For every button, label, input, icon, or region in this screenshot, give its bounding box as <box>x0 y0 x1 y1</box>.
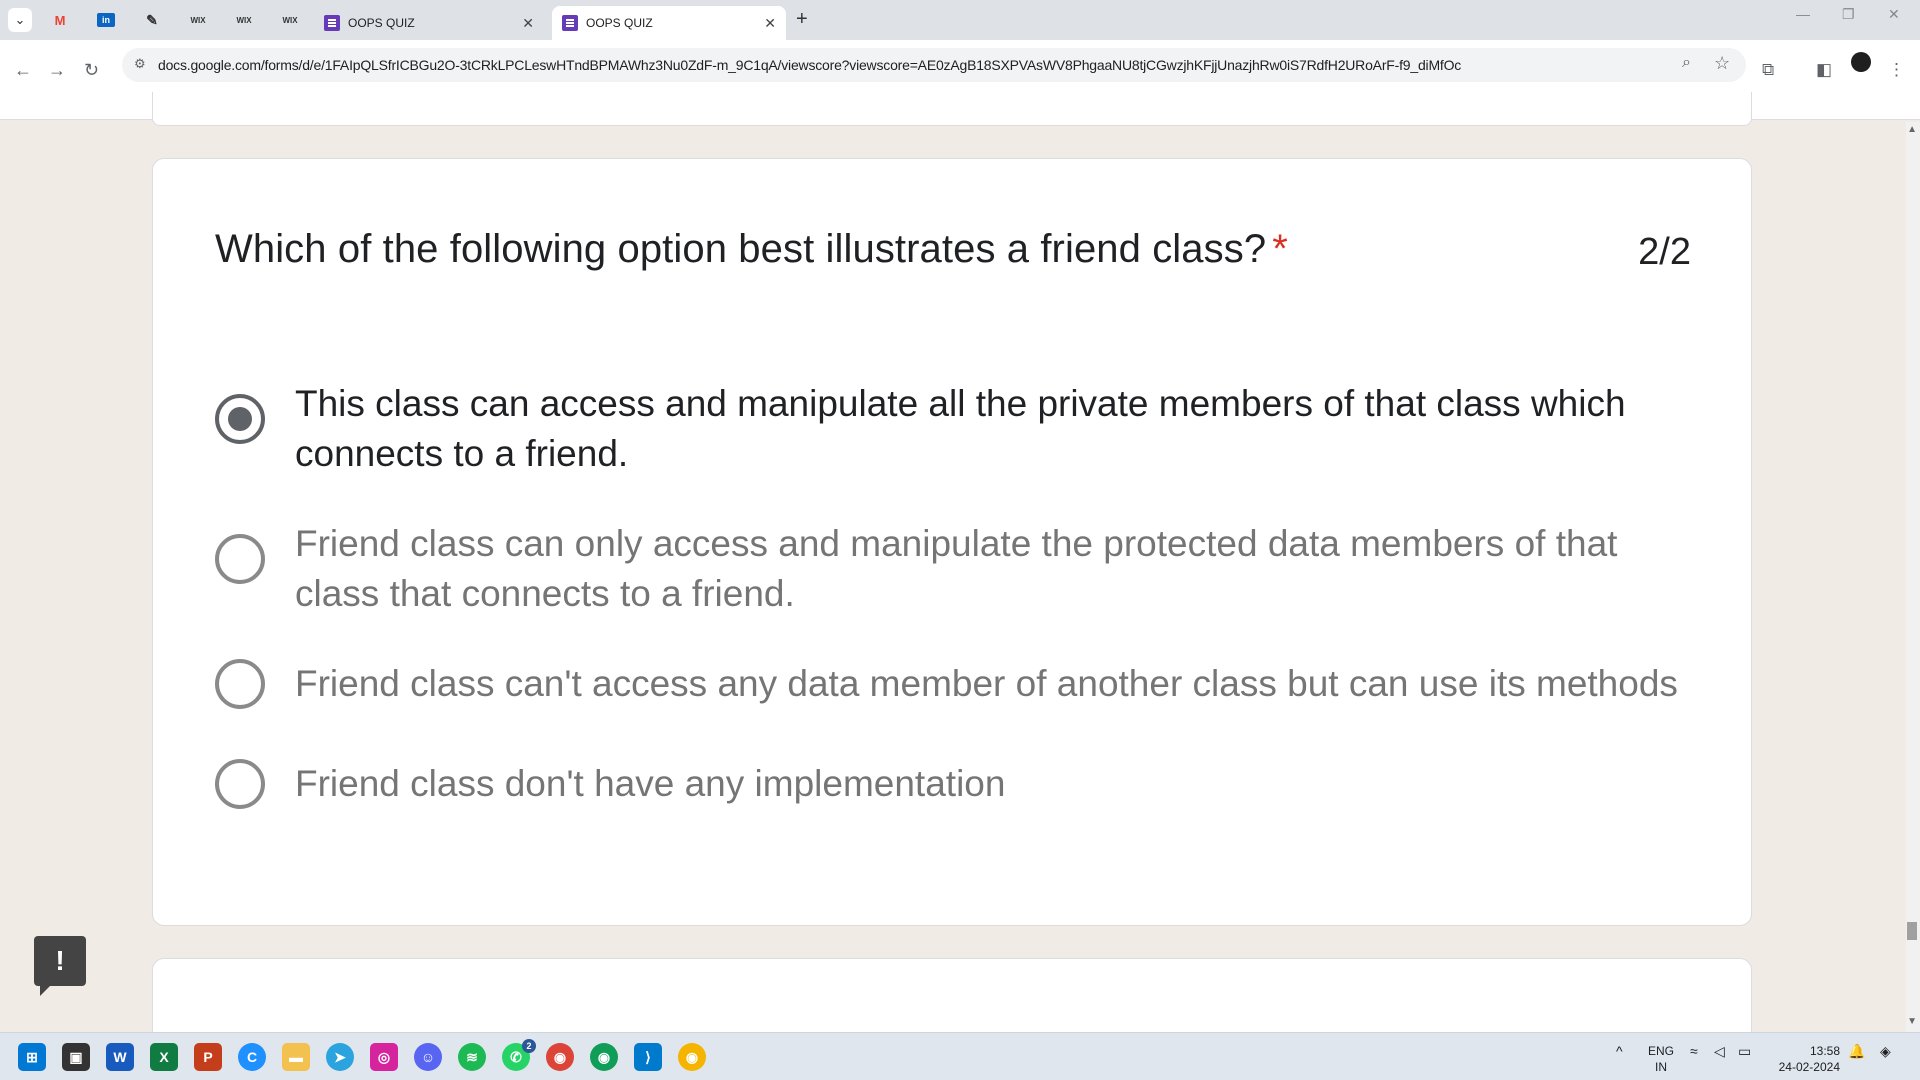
new-tab-button[interactable]: + <box>796 8 808 31</box>
back-icon[interactable]: ← <box>14 60 32 81</box>
side-panel-icon[interactable]: ◧ <box>1816 60 1832 80</box>
whatsapp-badge: 2 <box>522 1039 536 1053</box>
linkedin-icon: in <box>97 13 115 27</box>
feedback-button[interactable]: ! <box>34 936 86 996</box>
pinned-tab-wix-3[interactable]: WIX <box>270 8 310 32</box>
question-text: Which of the following option best illus… <box>215 227 1267 271</box>
widgets-icon[interactable]: ◈ <box>1880 1043 1891 1059</box>
page-scrollbar[interactable]: ▲ ▼ <box>1906 122 1920 1032</box>
scroll-down-arrow-icon[interactable]: ▼ <box>1907 1016 1917 1027</box>
instagram-icon[interactable]: ◎ <box>370 1043 398 1071</box>
vscode-icon[interactable]: ⟩ <box>634 1043 662 1071</box>
restore-icon[interactable]: ❐ <box>1842 6 1855 23</box>
tray-overflow-icon[interactable]: ^ <box>1616 1043 1623 1059</box>
task-view-icon[interactable]: ▣ <box>62 1043 90 1071</box>
zoom-icon[interactable]: ⌕ <box>1682 54 1691 72</box>
radio-button[interactable] <box>215 759 265 809</box>
url-text[interactable]: docs.google.com/forms/d/e/1FAIpQLSfrICBG… <box>158 57 1461 73</box>
bookmark-star-icon[interactable]: ☆ <box>1714 53 1730 74</box>
option-text: Friend class can only access and manipul… <box>295 523 1618 614</box>
forward-icon[interactable]: → <box>48 60 66 81</box>
gmail-icon: M <box>54 12 66 28</box>
required-asterisk: * <box>1272 227 1288 271</box>
clock[interactable]: 13:58 24-02-2024 <box>1772 1043 1840 1075</box>
pinned-tab-linkedin[interactable]: in <box>86 8 126 32</box>
chrome-icon[interactable]: ◉ <box>546 1043 574 1071</box>
question-card: Which of the following option best illus… <box>152 158 1752 926</box>
chrome-profile-2-icon[interactable]: ◉ <box>678 1043 706 1071</box>
close-icon[interactable]: ✕ <box>522 15 534 32</box>
question-title: Which of the following option best illus… <box>215 227 1288 272</box>
windows-taskbar: ⊞ ▣ W X P C ▬ ➤ ◎ ☺ ≋ ✆ 2 ◉ ◉ ⟩ ◉ ^ ENG … <box>0 1032 1920 1080</box>
language-indicator[interactable]: ENG IN <box>1648 1043 1674 1075</box>
address-bar[interactable]: ⚙ docs.google.com/forms/d/e/1FAIpQLSfrIC… <box>122 48 1746 82</box>
tab-title: OOPS QUIZ <box>586 16 653 30</box>
pinned-tab-wix-2[interactable]: WIX <box>224 8 264 32</box>
extensions-icon[interactable]: ⧉ <box>1762 60 1774 80</box>
wix-icon: WIX <box>236 15 252 25</box>
tab-oops-quiz-1[interactable]: OOPS QUIZ ✕ <box>314 6 544 40</box>
date-text: 24-02-2024 <box>1778 1060 1840 1074</box>
close-icon[interactable]: ✕ <box>764 15 776 32</box>
reload-icon[interactable]: ↻ <box>84 60 99 81</box>
answer-option-3[interactable]: Friend class can't access any data membe… <box>215 659 1695 709</box>
telegram-icon[interactable]: ➤ <box>326 1043 354 1071</box>
volume-icon[interactable]: ◁ <box>1714 1043 1725 1059</box>
pen-icon: ✎ <box>146 11 158 28</box>
answer-option-2[interactable]: Friend class can only access and manipul… <box>215 519 1695 619</box>
question-score: 2/2 <box>1638 231 1691 273</box>
radio-button-selected[interactable] <box>215 394 265 444</box>
wix-icon: WIX <box>282 15 298 25</box>
menu-icon[interactable]: ⋮ <box>1888 60 1905 80</box>
chrome-profile-icon[interactable]: ◉ <box>590 1043 618 1071</box>
pinned-tab-wix-1[interactable]: WIX <box>178 8 218 32</box>
option-text: Friend class don't have any implementati… <box>295 763 1006 804</box>
file-explorer-icon[interactable]: ▬ <box>282 1043 310 1071</box>
answer-option-1[interactable]: This class can access and manipulate all… <box>215 379 1695 479</box>
powerpoint-icon[interactable]: P <box>194 1043 222 1071</box>
spotify-icon[interactable]: ≋ <box>458 1043 486 1071</box>
close-window-icon[interactable]: ✕ <box>1888 6 1900 23</box>
discord-icon[interactable]: ☺ <box>414 1043 442 1071</box>
language-text: ENG <box>1648 1044 1675 1058</box>
copilot-icon[interactable]: C <box>238 1043 266 1071</box>
google-forms-icon <box>562 15 578 31</box>
windows-start-icon[interactable]: ⊞ <box>18 1043 46 1071</box>
excel-icon[interactable]: X <box>150 1043 178 1071</box>
scroll-thumb[interactable] <box>1907 922 1917 940</box>
wifi-icon[interactable]: ≈ <box>1690 1043 1698 1059</box>
option-text: Friend class can't access any data membe… <box>295 663 1678 704</box>
time-text: 13:58 <box>1809 1044 1840 1058</box>
tab-oops-quiz-2[interactable]: OOPS QUIZ ✕ <box>552 6 786 40</box>
browser-tab-strip: ⌄ M in ✎ WIX WIX WIX OOPS QUIZ ✕ OOPS QU… <box>0 0 1920 40</box>
radio-button[interactable] <box>215 659 265 709</box>
word-icon[interactable]: W <box>106 1043 134 1071</box>
whatsapp-icon[interactable]: ✆ 2 <box>502 1039 536 1071</box>
profile-avatar[interactable] <box>1851 52 1871 72</box>
tab-search-button[interactable]: ⌄ <box>8 8 32 32</box>
google-forms-icon <box>324 15 340 31</box>
tab-title: OOPS QUIZ <box>348 16 415 30</box>
battery-icon[interactable]: ▭ <box>1738 1043 1751 1059</box>
pinned-tab-pen[interactable]: ✎ <box>132 8 172 32</box>
notifications-bell-icon[interactable]: 🔔 <box>1848 1043 1865 1059</box>
region-text: IN <box>1655 1060 1667 1074</box>
option-text: This class can access and manipulate all… <box>295 383 1626 474</box>
pinned-tab-gmail[interactable]: M <box>40 8 80 32</box>
answer-option-4[interactable]: Friend class don't have any implementati… <box>215 759 1695 809</box>
previous-question-card <box>152 92 1752 126</box>
wix-icon: WIX <box>190 15 206 25</box>
scroll-up-arrow-icon[interactable]: ▲ <box>1907 124 1917 135</box>
minimize-icon[interactable]: — <box>1796 6 1810 22</box>
radio-button[interactable] <box>215 534 265 584</box>
site-info-icon[interactable]: ⚙ <box>134 56 146 72</box>
